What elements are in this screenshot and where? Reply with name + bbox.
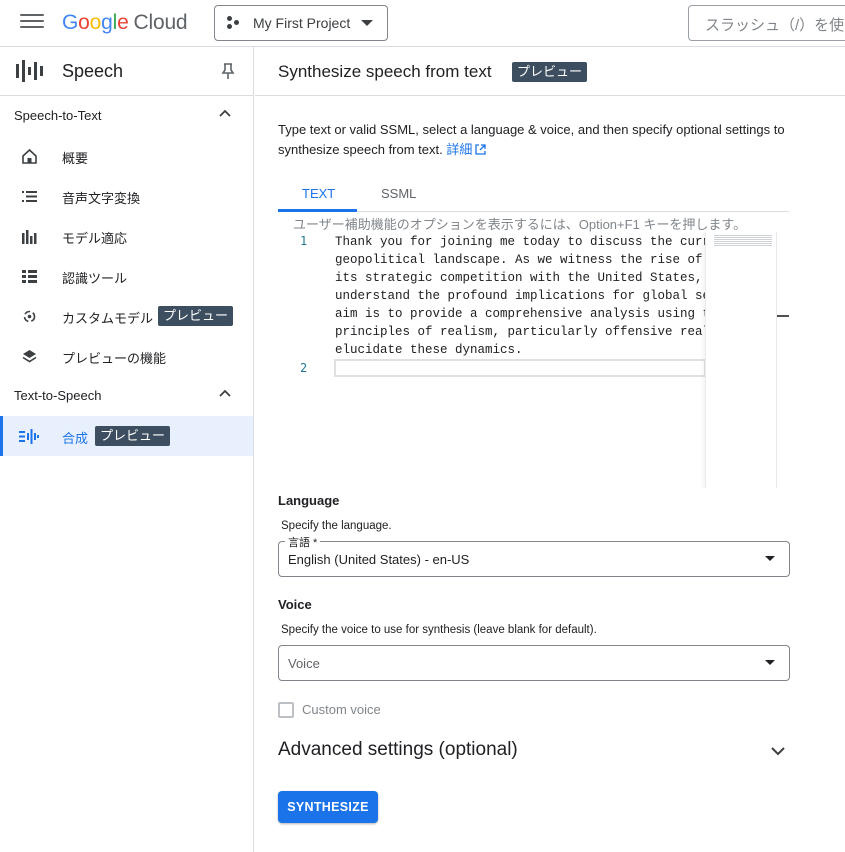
language-value: English (United States) - en-US [288,552,470,567]
dropdown-arrow-icon [765,660,775,665]
project-dots-icon [227,15,243,31]
bars-icon [22,230,37,244]
synthesize-icon [19,429,39,444]
sidebar-item-model-adaptation[interactable]: モデル適応 [0,216,253,256]
sidebar-item-synthesize[interactable]: 合成 プレビュー [0,416,253,456]
editor-minimap[interactable] [705,232,777,488]
scrollbar-cursor-marker [777,315,789,317]
sidebar-item-custom-models[interactable]: カスタムモデル プレビュー [0,296,253,336]
language-help-text: Specify the language. [281,520,392,532]
preview-badge: プレビュー [512,62,588,82]
grid-list-icon [22,270,37,283]
tab-ssml[interactable]: SSML [381,186,416,201]
language-select[interactable]: 言語 * English (United States) - en-US [278,534,790,577]
voice-placeholder: Voice [288,656,320,671]
learn-more-link[interactable]: 詳細 [446,142,487,157]
layers-icon [22,350,37,363]
section-text-to-speech[interactable]: Text-to-Speech [0,376,253,416]
section-speech-to-text[interactable]: Speech-to-Text [0,96,253,136]
page-title: Synthesize speech from text [278,62,492,81]
page-header: Synthesize speech from text プレビュー [255,47,845,96]
main-content: Synthesize speech from text プレビュー Type t… [255,47,845,852]
input-mode-tabs: TEXT SSML [278,181,789,212]
line-number: 1 [300,234,308,248]
code-line: principles of realism, particularly offe… [335,325,707,339]
custom-voice-label: Custom voice [302,702,381,717]
dropdown-arrow-icon [765,556,775,561]
project-selector[interactable]: My First Project [214,5,388,41]
tab-text[interactable]: TEXT [302,186,335,201]
synthesize-button[interactable]: SYNTHESIZE [278,791,378,823]
project-name: My First Project [253,15,351,31]
code-line: aim is to provide a comprehensive analys… [335,307,707,321]
caret-down-icon [361,20,373,26]
chevron-up-icon[interactable] [218,387,232,401]
pin-icon[interactable] [220,62,236,80]
current-line-highlight [334,359,706,377]
code-line: elucidate these dynamics. [335,343,523,357]
language-field-label: 言語 * [285,534,321,550]
preview-badge: プレビュー [158,306,234,326]
sidebar-item-transcription[interactable]: 音声文字変換 [0,176,253,216]
editor-scrollbar[interactable] [776,232,789,488]
preview-badge: プレビュー [95,426,171,446]
voice-select[interactable]: Voice [278,645,790,681]
custom-model-icon [23,310,36,323]
chevron-up-icon[interactable] [218,107,232,121]
voice-heading: Voice [278,597,312,612]
google-cloud-logo[interactable]: Google Cloud [62,11,188,35]
sidebar: Speech Speech-to-Text 概要 音声文字変換 モデル適応 認識… [0,47,254,852]
code-line: its strategic competition with the Unite… [335,271,707,285]
sidebar-header: Speech [0,47,253,96]
advanced-settings-heading[interactable]: Advanced settings (optional) [278,739,518,761]
text-editor[interactable]: 1 2 Thank you for joining me today to di… [278,232,789,488]
list-icon [22,191,37,202]
language-heading: Language [278,493,340,508]
code-line: Thank you for joining me today to discus… [335,235,707,249]
chevron-down-icon[interactable] [770,745,786,757]
custom-voice-checkbox[interactable] [278,702,294,718]
sidebar-item-recognizers[interactable]: 認識ツール [0,256,253,296]
external-link-icon [475,144,487,155]
page-description: Type text or valid SSML, select a langua… [278,122,785,157]
sidebar-item-preview-features[interactable]: プレビューの機能 [0,336,253,376]
code-line: understand the profound implications for… [335,289,707,303]
hamburger-menu-icon[interactable] [20,14,44,32]
top-app-bar: Google Cloud My First Project スラッシュ（/）を使 [0,0,845,47]
code-line: geopolitical landscape. As we witness th… [335,253,707,267]
line-number: 2 [300,361,308,375]
voice-help-text: Specify the voice to use for synthesis (… [281,624,597,636]
active-tab-indicator [278,209,357,212]
search-input[interactable]: スラッシュ（/）を使 [688,5,845,41]
home-icon [22,148,37,164]
sidebar-title: Speech [62,61,124,81]
sidebar-item-overview[interactable]: 概要 [0,136,253,176]
editor-text[interactable]: Thank you for joining me today to discus… [335,233,707,359]
speech-product-icon [16,60,43,82]
editor-accessibility-hint: ユーザー補助機能のオプションを表示するには、Option+F1 キーを押します。 [293,217,747,232]
